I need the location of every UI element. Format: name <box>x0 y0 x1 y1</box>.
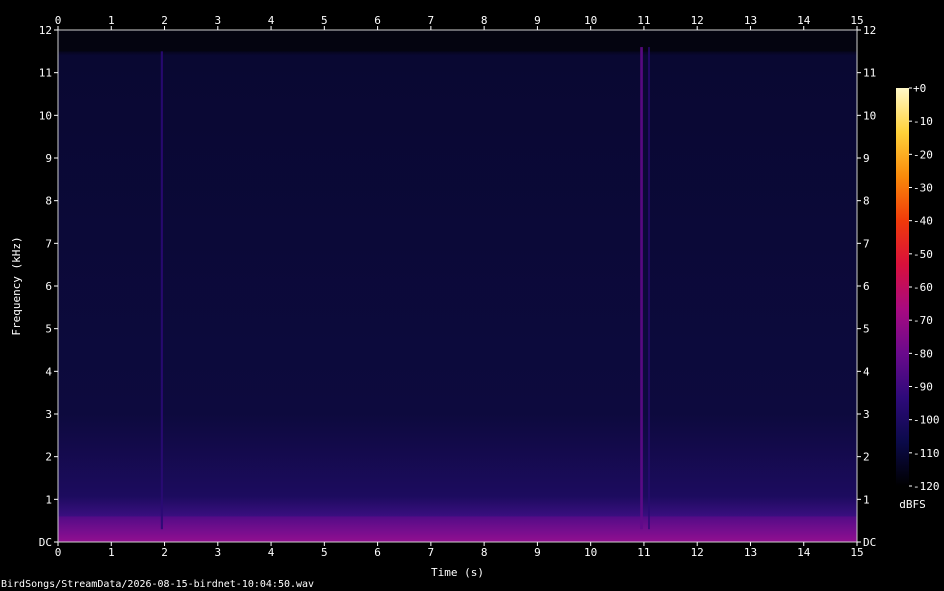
colorbar-tick-label: -50 <box>913 248 933 261</box>
event-streak-2 <box>648 47 650 530</box>
x-tick-label-bottom: 1 <box>108 546 115 559</box>
x-tick-label-bottom: 4 <box>268 546 275 559</box>
x-tick-label-top: 14 <box>797 14 811 27</box>
x-tick-label-top: 5 <box>321 14 328 27</box>
y-tick-label-right: 4 <box>863 365 870 378</box>
y-tick-label-left: 9 <box>45 152 52 165</box>
y-axis-title: Frequency (kHz) <box>10 236 23 335</box>
colorbar: +0 -10 -20 -30 -40 -50 -60 -70 -80 -90 -100 -110 -12… <box>896 82 940 493</box>
x-tick-label-top: 10 <box>584 14 597 27</box>
y-tick-label-right: 1 <box>863 493 870 506</box>
y-tick-label-left: 3 <box>45 408 52 421</box>
y-tick-label-left: 10 <box>39 109 52 122</box>
x-tick-label-top: 2 <box>161 14 168 27</box>
y-tick-label-right: 9 <box>863 152 870 165</box>
x-tick-label-top: 6 <box>374 14 381 27</box>
x-tick-label-bottom: 15 <box>850 546 863 559</box>
source-file-label: BirdSongs/StreamData/2026-08-15-birdnet-… <box>1 579 314 590</box>
x-tick-label-bottom: 13 <box>744 546 757 559</box>
y-tick-label-left: 1 <box>45 493 52 506</box>
x-tick-label-top: 12 <box>691 14 704 27</box>
x-tick-label-bottom: 12 <box>691 546 704 559</box>
band-above-content <box>58 30 857 52</box>
y-tick-label-left: 4 <box>45 365 52 378</box>
y-tick-label-left: 2 <box>45 451 52 464</box>
y-tick-label-right: 10 <box>863 109 876 122</box>
y-tick-label-right: 3 <box>863 408 870 421</box>
x-tick-label-top: 1 <box>108 14 115 27</box>
y-tick-label-right: 8 <box>863 195 870 208</box>
x-tick-label-bottom: 11 <box>637 546 650 559</box>
noise-floor <box>58 30 857 542</box>
colorbar-gradient <box>896 88 909 486</box>
y-tick-label-right: DC <box>863 536 876 549</box>
y-tick-label-right: 5 <box>863 323 870 336</box>
y-tick-label-left: 5 <box>45 323 52 336</box>
colorbar-tick-label: -30 <box>913 182 933 195</box>
colorbar-tick-label: -80 <box>913 347 933 360</box>
x-tick-label-bottom: 10 <box>584 546 597 559</box>
x-tick-label-top: 0 <box>55 14 62 27</box>
colorbar-tick-label: -120 <box>913 480 940 493</box>
y-tick-label-left: 6 <box>45 280 52 293</box>
x-tick-label-top: 9 <box>534 14 541 27</box>
y-tick-label-left: 11 <box>39 67 52 80</box>
colorbar-tick-label: +0 <box>913 82 926 95</box>
colorbar-tick-label: -70 <box>913 314 933 327</box>
colorbar-tick-label: -60 <box>913 281 933 294</box>
y-tick-label-left: DC <box>39 536 52 549</box>
y-tick-label-left: 8 <box>45 195 52 208</box>
y-tick-label-left: 7 <box>45 237 52 250</box>
low-frequency-band <box>58 516 857 542</box>
x-tick-label-top: 3 <box>214 14 221 27</box>
x-tick-label-bottom: 0 <box>55 546 62 559</box>
x-tick-label-bottom: 6 <box>374 546 381 559</box>
y-tick-label-right: 7 <box>863 237 870 250</box>
x-tick-label-bottom: 5 <box>321 546 328 559</box>
y-tick-label-right: 6 <box>863 280 870 293</box>
y-tick-label-right: 11 <box>863 67 876 80</box>
event-streak-0 <box>160 51 163 530</box>
x-tick-label-top: 8 <box>481 14 488 27</box>
y-tick-label-right: 2 <box>863 451 870 464</box>
colorbar-tick-label: -90 <box>913 381 933 394</box>
x-tick-label-top: 11 <box>637 14 650 27</box>
colorbar-tick-label: -20 <box>913 148 933 161</box>
colorbar-tick-label: -100 <box>913 414 940 427</box>
x-tick-label-bottom: 8 <box>481 546 488 559</box>
x-tick-label-bottom: 9 <box>534 546 541 559</box>
colorbar-tick-label: -40 <box>913 215 933 228</box>
x-tick-label-bottom: 2 <box>161 546 168 559</box>
x-tick-label-top: 15 <box>850 14 863 27</box>
colorbar-tick-label: -10 <box>913 115 933 128</box>
spectrogram-chart: 0011223344556677889910101111121213131414… <box>1 14 940 590</box>
colorbar-tick-label: -110 <box>913 447 940 460</box>
y-tick-label-left: 12 <box>39 24 52 37</box>
x-tick-label-bottom: 14 <box>797 546 811 559</box>
x-tick-label-bottom: 3 <box>214 546 221 559</box>
x-axis-title: Time (s) <box>431 566 484 579</box>
x-tick-label-bottom: 7 <box>428 546 435 559</box>
colorbar-unit-label: dBFS <box>899 498 926 511</box>
y-tick-label-right: 12 <box>863 24 876 37</box>
x-tick-label-top: 13 <box>744 14 757 27</box>
x-tick-label-top: 4 <box>268 14 275 27</box>
spectrogram-plot-area <box>57 29 858 543</box>
x-tick-label-top: 7 <box>428 14 435 27</box>
event-streak-1 <box>640 47 643 530</box>
